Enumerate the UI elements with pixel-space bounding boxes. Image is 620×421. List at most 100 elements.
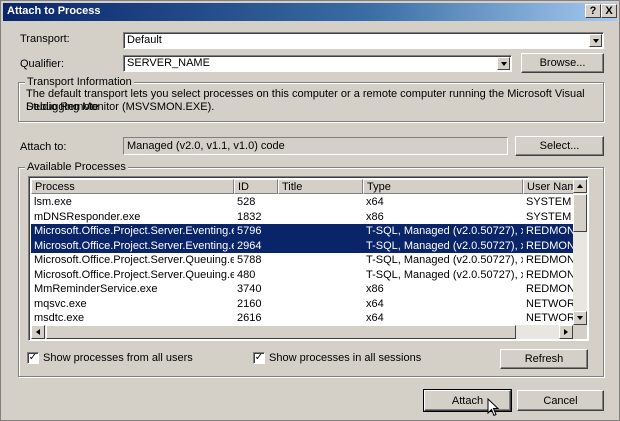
scroll-corner xyxy=(573,325,587,339)
transport-value: Default xyxy=(127,34,162,46)
close-button[interactable]: X xyxy=(601,4,617,18)
process-title-cell xyxy=(278,224,363,239)
process-row[interactable]: Microsoft.Office.Project.Server.Eventing… xyxy=(31,224,574,239)
column-header-user-name[interactable]: User Name xyxy=(523,179,574,194)
process-title-cell xyxy=(278,210,363,225)
show-all-users-checkbox[interactable]: ✓ xyxy=(27,352,39,364)
process-title-cell xyxy=(278,268,363,283)
process-name-cell: lsm.exe xyxy=(34,196,72,208)
process-id-cell: 3740 xyxy=(237,283,262,295)
process-list-vscroll[interactable] xyxy=(573,179,587,325)
scroll-right-button[interactable] xyxy=(559,325,573,339)
process-row[interactable]: lsm.exe 528 x64 SYSTEM xyxy=(31,195,574,210)
process-id-cell: 5788 xyxy=(237,254,262,266)
process-row[interactable]: Microsoft.Office.Project.Server.Eventing… xyxy=(31,238,574,254)
process-user-cell: REDMOND\ xyxy=(526,254,574,266)
browse-button[interactable]: Browse... xyxy=(521,53,604,73)
process-user-cell: REDMOND\ xyxy=(526,239,574,252)
process-name-cell: Microsoft.Office.Project.Server.Queuing.… xyxy=(34,268,234,281)
process-type-cell: x86 xyxy=(366,283,384,295)
process-row[interactable]: Microsoft.Office.Project.Server.Queuing.… xyxy=(31,268,574,283)
show-all-sessions-label[interactable]: Show processes in all sessions xyxy=(269,352,421,364)
chevron-down-icon xyxy=(592,38,599,43)
process-type-cell: x64 xyxy=(366,196,384,208)
process-row[interactable]: mDNSResponder.exe 1832 x86 SYSTEM xyxy=(31,210,574,225)
column-header-title[interactable]: Title xyxy=(278,179,363,194)
select-button[interactable]: Select... xyxy=(515,136,604,156)
process-row[interactable]: MmReminderService.exe 3740 x86 REDMOND\ xyxy=(31,282,574,297)
process-title-cell xyxy=(278,297,363,312)
process-user-cell: NETWORK S xyxy=(526,297,574,310)
transport-combo[interactable]: Default xyxy=(123,32,604,49)
process-title-cell xyxy=(278,253,363,268)
transport-info-title: Transport Information xyxy=(25,76,134,88)
check-icon: ✓ xyxy=(28,352,38,363)
attach-to-label: Attach to: xyxy=(20,141,67,153)
process-id-cell: 5796 xyxy=(237,225,262,237)
process-id-cell: 2160 xyxy=(237,297,262,310)
check-icon: ✓ xyxy=(254,352,264,363)
process-type-cell: T-SQL, Managed (v2.0.50727), x64 xyxy=(366,254,523,266)
process-id-cell: 480 xyxy=(237,268,256,281)
process-user-cell: REDMOND\ xyxy=(526,283,574,295)
transport-label: Transport: xyxy=(20,33,70,45)
qualifier-combo[interactable]: SERVER_NAME xyxy=(123,55,512,72)
scroll-left-button[interactable] xyxy=(31,325,45,339)
help-button[interactable]: ? xyxy=(585,4,601,18)
process-name-cell: mDNSResponder.exe xyxy=(34,210,141,223)
scroll-down-button[interactable] xyxy=(573,311,587,325)
process-user-cell: REDMOND\ xyxy=(526,225,574,237)
available-processes-title: Available Processes xyxy=(25,161,128,173)
qualifier-dropdown-button[interactable] xyxy=(497,57,510,70)
arrow-left-icon xyxy=(36,329,40,335)
process-title-cell xyxy=(278,282,363,297)
qualifier-value: SERVER_NAME xyxy=(127,57,210,69)
scroll-up-button[interactable] xyxy=(573,179,587,193)
process-type-cell: x64 xyxy=(366,297,384,310)
transport-dropdown-button[interactable] xyxy=(589,34,602,47)
mouse-cursor-icon xyxy=(487,398,500,417)
process-list-rows: lsm.exe 528 x64 SYSTEM mDNSResponder.exe 1832… xyxy=(31,195,574,340)
show-all-sessions-checkbox[interactable]: ✓ xyxy=(253,352,265,364)
process-list-hscroll[interactable] xyxy=(31,325,573,339)
process-id-cell: 2964 xyxy=(237,239,262,252)
process-user-cell: NETWORK S xyxy=(526,312,574,324)
chevron-down-icon xyxy=(500,61,507,66)
process-type-cell: T-SQL, Managed (v2.0.50727), x64 xyxy=(366,268,523,281)
process-id-cell: 1832 xyxy=(237,210,262,223)
vscroll-thumb[interactable] xyxy=(573,194,587,232)
cancel-button[interactable]: Cancel xyxy=(517,390,604,411)
process-name-cell: Microsoft.Office.Project.Server.Queuing.… xyxy=(34,254,234,266)
title-bar[interactable]: Attach to Process xyxy=(3,3,617,21)
process-id-cell: 528 xyxy=(237,196,256,208)
process-type-cell: x86 xyxy=(366,210,384,223)
attach-to-process-dialog: Attach to Process ? X Transport: Default… xyxy=(0,0,620,421)
process-title-cell xyxy=(278,239,363,254)
transport-info-group: Transport Information The default transp… xyxy=(18,76,604,122)
process-user-cell: REDMOND\ xyxy=(526,268,574,281)
process-title-cell xyxy=(278,311,363,326)
refresh-button[interactable]: Refresh xyxy=(500,349,588,369)
process-name-cell: Microsoft.Office.Project.Server.Eventing… xyxy=(34,239,234,252)
process-row[interactable]: msdtc.exe 2616 x64 NETWORK S xyxy=(31,311,574,326)
process-type-cell: x64 xyxy=(366,312,384,324)
process-user-cell: SYSTEM xyxy=(526,210,572,223)
arrow-right-icon xyxy=(564,329,568,335)
process-type-cell: T-SQL, Managed (v2.0.50727), x64 xyxy=(366,225,523,237)
attach-to-value: Managed (v2.0, v1.1, v1.0) code xyxy=(123,137,508,155)
process-row[interactable]: Microsoft.Office.Project.Server.Queuing.… xyxy=(31,253,574,268)
column-header-process[interactable]: Process xyxy=(31,179,234,194)
arrow-down-icon xyxy=(577,316,583,320)
process-row[interactable]: mqsvc.exe 2160 x64 NETWORK S xyxy=(31,297,574,312)
hscroll-thumb[interactable] xyxy=(46,325,516,339)
process-list-header: Process ID Title Type User Name xyxy=(31,179,574,194)
column-header-id[interactable]: ID xyxy=(234,179,278,194)
process-id-cell: 2616 xyxy=(237,312,262,324)
process-name-cell: MmReminderService.exe xyxy=(34,283,158,295)
show-all-users-label[interactable]: Show processes from all users xyxy=(43,352,193,364)
transport-info-line2: Debugging Monitor (MSVSMON.EXE). xyxy=(26,101,215,113)
column-header-type[interactable]: Type xyxy=(363,179,523,194)
process-name-cell: mqsvc.exe xyxy=(34,297,87,310)
process-name-cell: Microsoft.Office.Project.Server.Eventing… xyxy=(34,225,234,237)
process-list[interactable]: Process ID Title Type User Name lsm.exe 5… xyxy=(28,176,589,341)
